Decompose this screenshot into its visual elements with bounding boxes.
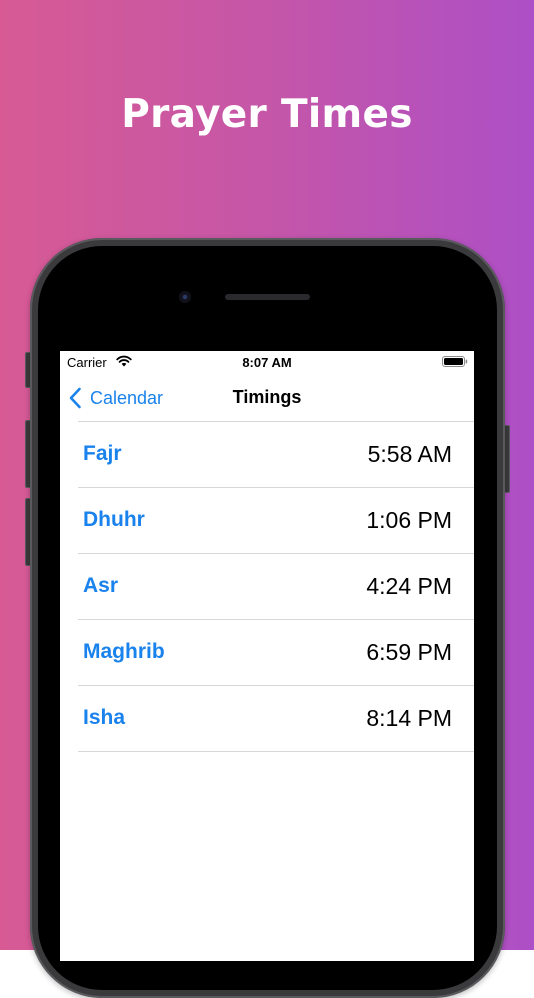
status-time: 8:07 AM xyxy=(242,355,292,370)
nav-title: Timings xyxy=(232,387,302,407)
battery-icon xyxy=(442,356,468,367)
status-bar: Carrier 8:07 AM xyxy=(60,351,474,373)
promo-headline: Prayer Times xyxy=(121,92,413,137)
timing-row-fajr[interactable]: Fajr 5:58 AM xyxy=(78,422,474,488)
prayer-name: Fajr xyxy=(83,442,122,465)
earpiece-speaker xyxy=(225,294,310,300)
timing-row-asr[interactable]: Asr 4:24 PM xyxy=(78,554,474,620)
prayer-time: 4:24 PM xyxy=(366,573,452,599)
navigation-bar: Calendar Timings xyxy=(60,373,474,421)
timing-row-isha[interactable]: Isha 8:14 PM xyxy=(78,686,474,752)
prayer-name: Maghrib xyxy=(83,640,165,663)
timing-row-dhuhr[interactable]: Dhuhr 1:06 PM xyxy=(78,488,474,554)
timings-list: Fajr 5:58 AM Dhuhr 1:06 PM Asr 4:24 PM M… xyxy=(60,422,474,752)
prayer-name: Dhuhr xyxy=(83,508,145,531)
prayer-time: 1:06 PM xyxy=(366,507,452,533)
prayer-name: Asr xyxy=(83,574,119,597)
front-camera-icon xyxy=(179,291,191,303)
prayer-time: 8:14 PM xyxy=(366,705,452,731)
prayer-time: 5:58 AM xyxy=(367,441,452,467)
prayer-name: Isha xyxy=(83,706,126,729)
prayer-time: 6:59 PM xyxy=(366,639,452,665)
timing-row-maghrib[interactable]: Maghrib 6:59 PM xyxy=(78,620,474,686)
phone-screen: Carrier 8:07 AM Calendar Timings Fajr 5:… xyxy=(60,351,474,961)
